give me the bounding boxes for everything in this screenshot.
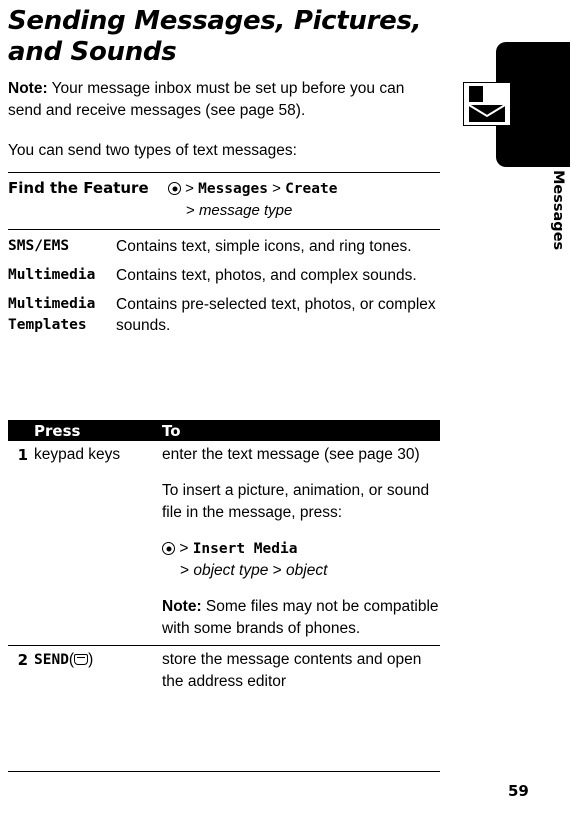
message-type-term: Multimedia Templates: [8, 296, 96, 333]
step-number: 2: [17, 651, 28, 669]
nav-sep-3: >: [272, 562, 282, 579]
find-the-feature-nav: > Messages > Create > message type: [168, 178, 440, 221]
nav-item-message-type: message type: [198, 202, 293, 219]
steps-table: Press To 1 keypad keys enter the text me…: [8, 420, 440, 698]
step-to-text: store the message contents and open the …: [162, 651, 422, 690]
step-press: SEND(): [34, 649, 162, 693]
step-to-text: To insert a picture, animation, or sound…: [162, 482, 430, 521]
step-note-label: Note:: [162, 598, 202, 615]
step-to: store the message contents and open the …: [162, 649, 440, 693]
message-type-definition: Contains text, simple icons, and ring to…: [116, 238, 412, 255]
list-item: Multimedia Contains text, photos, and co…: [8, 261, 440, 290]
message-type-term: Multimedia: [8, 267, 96, 283]
softkey-label-send: SEND: [34, 652, 69, 668]
intro-paragraph: You can send two types of text messages:: [8, 142, 297, 159]
nav-sep-2: >: [180, 562, 190, 579]
nav-sep-3: >: [186, 202, 195, 219]
footer-divider: [8, 771, 440, 772]
nav-item-create: Create: [285, 181, 338, 197]
note-label: Note:: [8, 80, 48, 97]
nav-line-2: > message type: [168, 200, 440, 221]
nav-item-insert-media: Insert Media: [192, 541, 298, 557]
find-the-feature-label: Find the Feature: [8, 179, 149, 197]
find-the-feature-row: Find the Feature > Messages > Create > m…: [8, 173, 440, 229]
list-item: SMS/EMS Contains text, simple icons, and…: [8, 232, 440, 261]
paren-close: ): [88, 651, 94, 668]
step-number: 1: [17, 446, 28, 464]
nav-item-object-type: object type: [193, 562, 269, 579]
section-tab-label: Messages: [550, 170, 566, 251]
message-type-term: SMS/EMS: [8, 238, 70, 254]
find-the-feature-table: Find the Feature > Messages > Create > m…: [8, 172, 440, 230]
message-type-definition: Contains pre-selected text, photos, or c…: [116, 296, 436, 334]
nav-sep-2: >: [272, 180, 281, 197]
note-text: Your message inbox must be set up before…: [8, 80, 405, 119]
step-note-text: Some files may not be compatible with so…: [162, 598, 439, 637]
page-title: Sending Messages, Pictures, and Sounds: [8, 6, 422, 67]
header-to: To: [162, 421, 181, 440]
nav-line-1: > Messages > Create: [168, 178, 440, 200]
nav-sep-1: >: [185, 180, 194, 197]
step-nav-line-1: > Insert Media > object type > object: [162, 538, 440, 582]
envelope-icon: [463, 82, 511, 126]
steps-table-header: Press To: [8, 420, 440, 441]
table-row: 2 SEND() store the message contents and …: [8, 646, 440, 698]
note-paragraph: Note: Your message inbox must be set up …: [8, 78, 438, 122]
message-types-list: SMS/EMS Contains text, simple icons, and…: [8, 232, 440, 340]
soft-key-icon: [74, 654, 89, 665]
nav-item-object: object: [286, 562, 328, 579]
menu-key-icon: [168, 182, 181, 195]
step-press: keypad keys: [34, 446, 121, 463]
header-press: Press: [34, 421, 81, 440]
step-to: enter the text message (see page 30) To …: [162, 444, 440, 640]
message-type-definition: Contains text, photos, and complex sound…: [116, 267, 417, 284]
step-note: Note: Some files may not be compatible w…: [162, 596, 440, 640]
nav-item-messages: Messages: [198, 181, 268, 197]
nav-sep-1: >: [179, 540, 189, 557]
table-row: 1 keypad keys enter the text message (se…: [8, 441, 440, 645]
menu-key-icon: [162, 542, 175, 555]
list-item: Multimedia Templates Contains pre-select…: [8, 290, 440, 340]
divider: [8, 229, 440, 230]
page-number: 59: [508, 782, 529, 800]
step-to-text: enter the text message (see page 30): [162, 446, 420, 463]
